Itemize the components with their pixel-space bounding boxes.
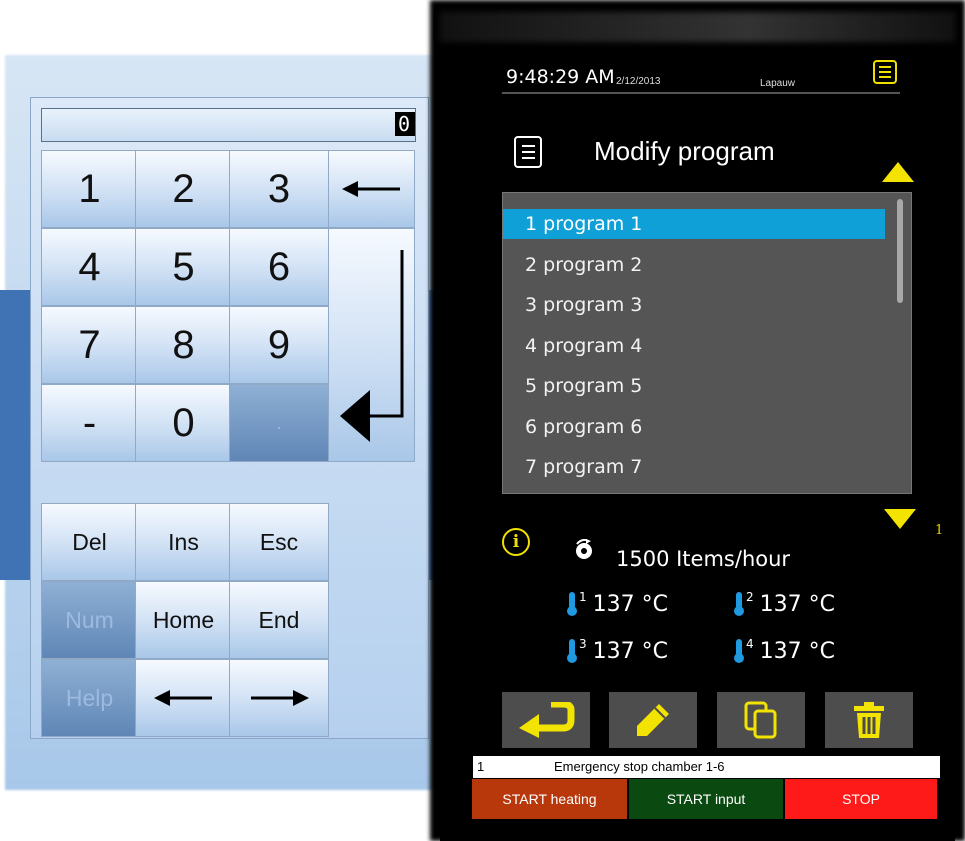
start-input-button[interactable]: START input	[629, 779, 783, 819]
key-7[interactable]: 7	[41, 306, 138, 384]
header-divider	[502, 92, 900, 94]
arrow-left-icon	[153, 690, 212, 706]
key-6[interactable]: 6	[229, 228, 329, 306]
key-8[interactable]: 8	[135, 306, 232, 384]
delete-icon	[854, 702, 884, 738]
copy-button[interactable]	[717, 692, 805, 748]
program-item[interactable]: 2 program 2	[503, 250, 885, 280]
user-name: Lapauw	[760, 78, 796, 89]
key-0[interactable]: 0	[135, 384, 232, 462]
scrollbar[interactable]	[897, 199, 903, 303]
scroll-up-button[interactable]	[882, 162, 914, 182]
numeric-keypad: 0 1 2 3 4 5 6 7 8 9 - 0 . Del Ins Esc Nu…	[30, 97, 429, 739]
production-speed: 1500 Items/hour	[616, 547, 791, 571]
backspace-arrow-icon	[341, 181, 400, 197]
controller-screen: 9:48:29 AM 2/12/2013 Lapauw Modify progr…	[440, 12, 955, 841]
temperature-3: 3 137 °C	[567, 637, 668, 664]
thermometer-icon	[734, 639, 744, 663]
temperature-index: 1	[579, 590, 587, 604]
temperature-value: 137 °C	[592, 592, 668, 617]
temperature-index: 4	[746, 637, 754, 651]
keypad-display: 0	[41, 108, 416, 142]
program-item[interactable]: 5 program 5	[503, 371, 885, 401]
enter-key[interactable]	[328, 228, 415, 462]
copy-icon	[744, 701, 777, 739]
return-button[interactable]	[502, 692, 590, 748]
edit-icon	[637, 704, 669, 736]
temperature-value: 137 °C	[592, 639, 668, 664]
program-item[interactable]: 7 program 7	[503, 452, 885, 482]
info-icon[interactable]: i	[502, 528, 530, 556]
alarm-bar[interactable]: 1 Emergency stop chamber 1-6	[471, 756, 940, 778]
program-item[interactable]: 4 program 4	[503, 331, 885, 361]
delete-button[interactable]	[825, 692, 913, 748]
thermometer-icon	[567, 592, 577, 616]
program-item[interactable]: 3 program 3	[503, 290, 885, 320]
scroll-down-button[interactable]	[884, 509, 916, 529]
speed-icon	[576, 539, 592, 559]
temperature-2: 2 137 °C	[734, 590, 835, 617]
del-key[interactable]: Del	[41, 503, 138, 581]
screen-bezel-top	[440, 12, 955, 42]
help-key[interactable]: Help	[41, 659, 138, 737]
background-window-edge	[0, 290, 30, 580]
start-heating-button[interactable]: START heating	[472, 779, 627, 819]
clock-date: 2/12/2013	[616, 76, 661, 87]
temperature-4: 4 137 °C	[734, 637, 835, 664]
key-2[interactable]: 2	[135, 150, 232, 228]
page-title: Modify program	[594, 136, 775, 166]
arrow-right-icon	[251, 690, 309, 706]
num-key[interactable]: Num	[41, 581, 138, 659]
program-list-icon	[514, 136, 542, 168]
enter-arrow-icon	[339, 250, 403, 442]
end-key[interactable]: End	[229, 581, 329, 659]
clock-time: 9:48:29 AM	[506, 66, 615, 88]
program-list[interactable]: 1 1 program 1 2 program 2 3 program 3 4 pro…	[502, 192, 943, 538]
edit-button[interactable]	[609, 692, 697, 748]
temperature-index: 3	[579, 637, 587, 651]
key-minus[interactable]: -	[41, 384, 138, 462]
temperature-index: 2	[746, 590, 754, 604]
program-item[interactable]: 6 program 6	[503, 412, 885, 442]
cursor-right-key[interactable]	[229, 659, 329, 737]
key-3[interactable]: 3	[229, 150, 329, 228]
key-5[interactable]: 5	[135, 228, 232, 306]
ins-key[interactable]: Ins	[135, 503, 232, 581]
thermometer-icon	[734, 592, 744, 616]
program-item[interactable]: 1 program 1	[503, 209, 885, 239]
key-9[interactable]: 9	[229, 306, 329, 384]
key-decimal[interactable]: .	[229, 384, 329, 462]
stop-button[interactable]: STOP	[785, 779, 937, 819]
temperature-1: 1 137 °C	[567, 590, 668, 617]
cursor-left-key[interactable]	[135, 659, 232, 737]
temperature-value: 137 °C	[759, 592, 835, 617]
temperature-value: 137 °C	[759, 639, 835, 664]
alarm-number: 1	[477, 759, 485, 774]
esc-key[interactable]: Esc	[229, 503, 329, 581]
return-icon	[519, 702, 575, 738]
program-marker: 1	[935, 523, 944, 538]
backspace-key[interactable]	[328, 150, 415, 228]
key-1[interactable]: 1	[41, 150, 138, 228]
home-key[interactable]: Home	[135, 581, 232, 659]
key-4[interactable]: 4	[41, 228, 138, 306]
keypad-display-value: 0	[395, 112, 415, 136]
thermometer-icon	[567, 639, 577, 663]
menu-icon[interactable]	[873, 60, 897, 84]
alarm-message: Emergency stop chamber 1-6	[554, 759, 725, 774]
